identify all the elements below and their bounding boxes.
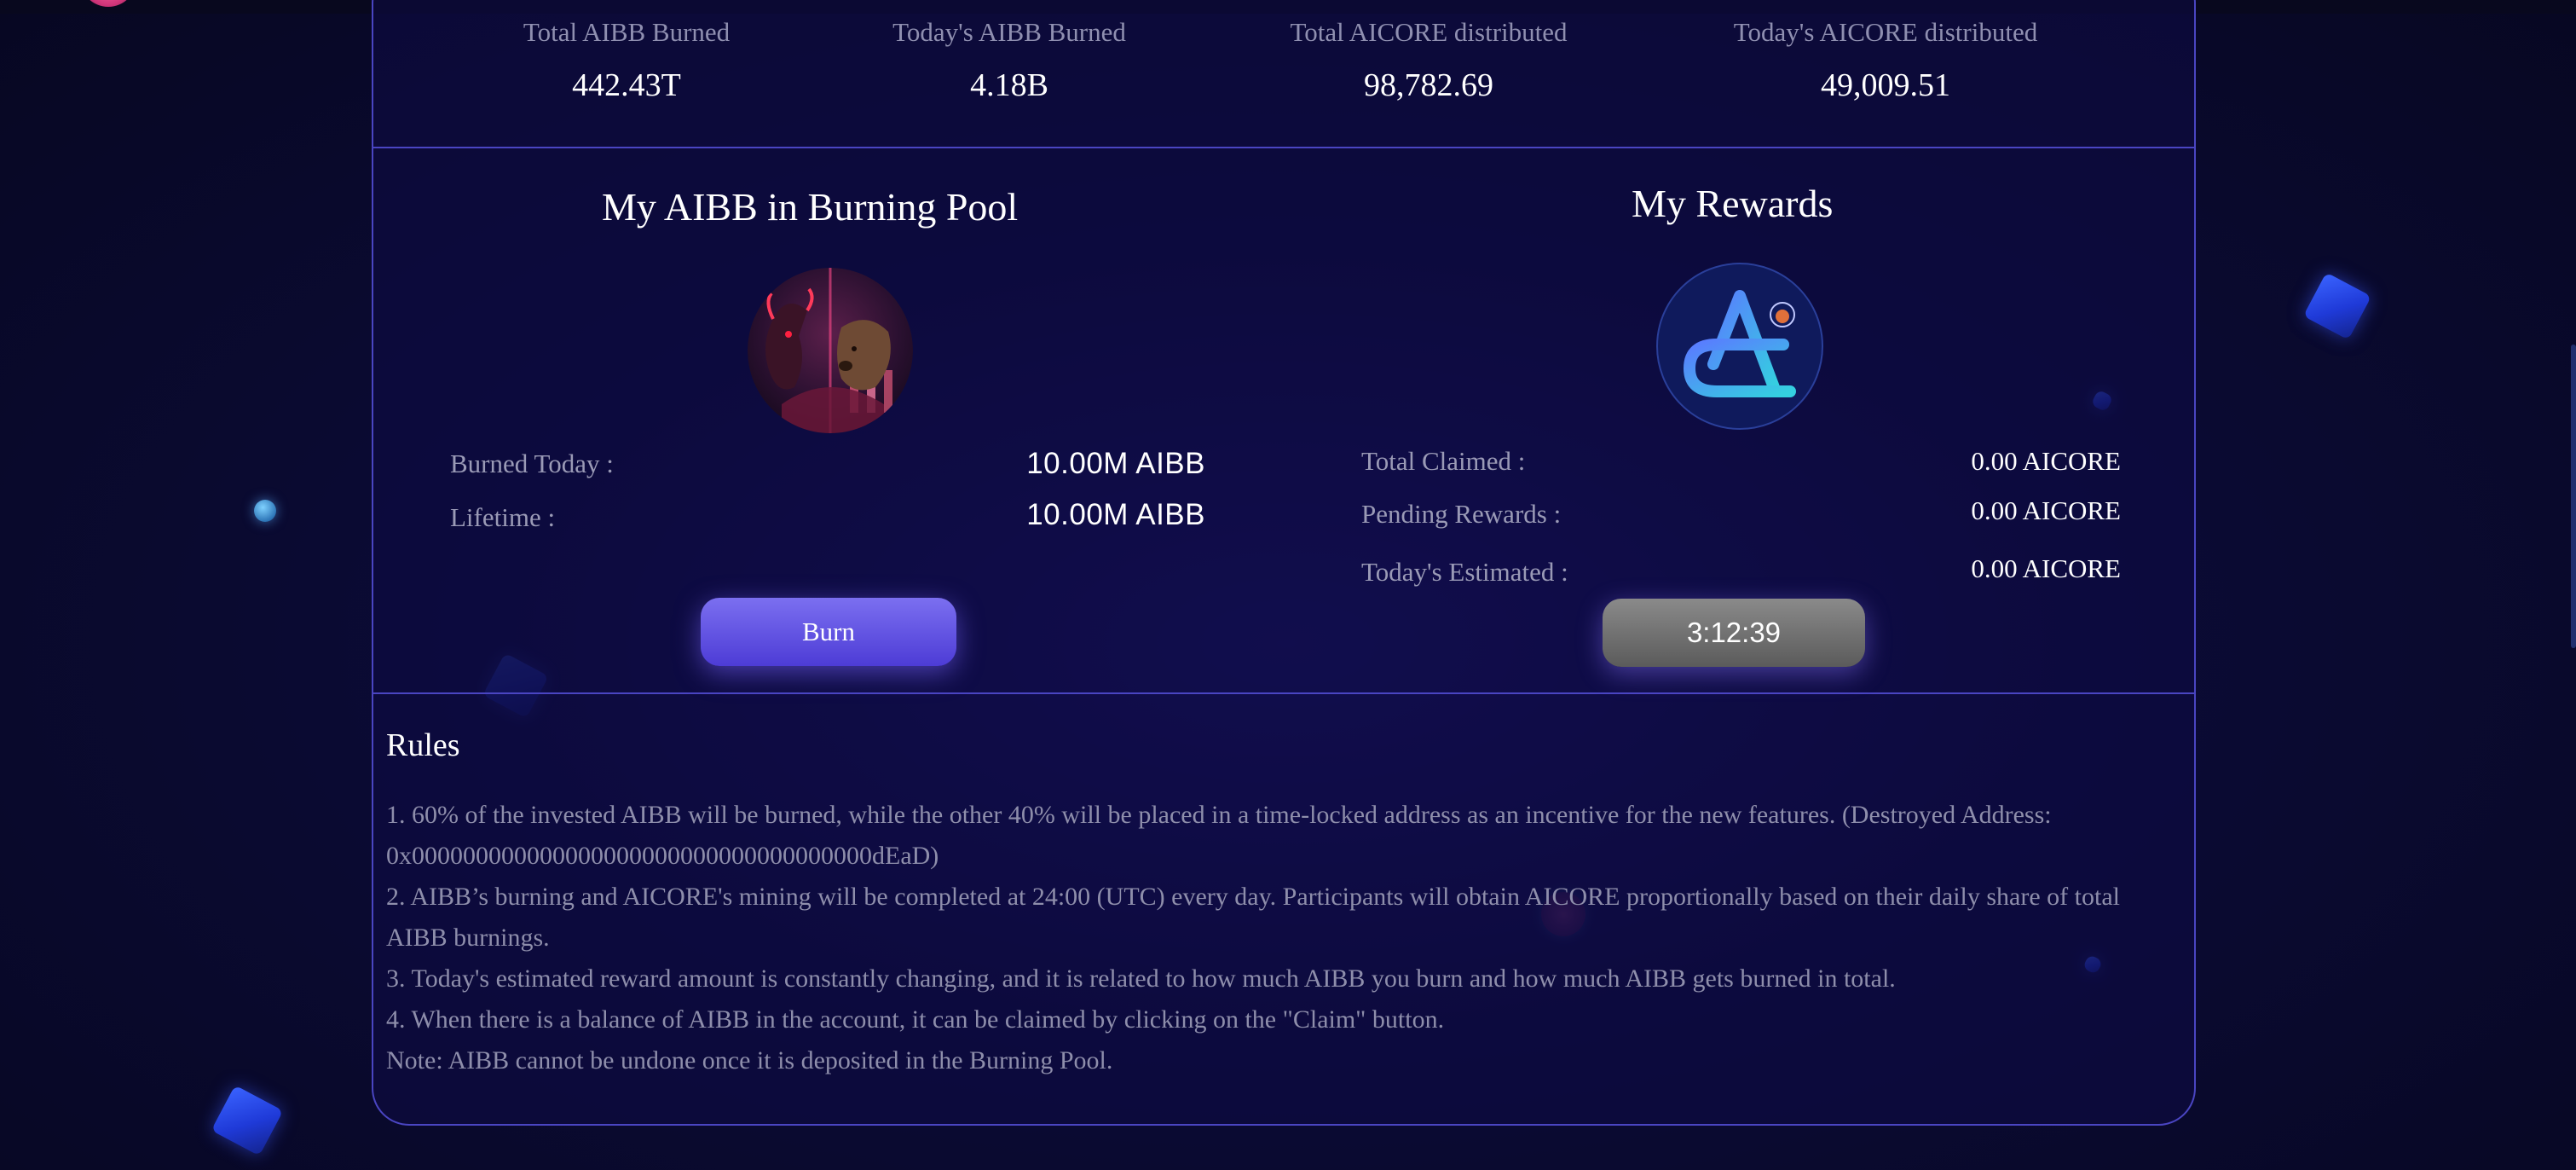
orb-decoration <box>254 500 276 522</box>
burn-button[interactable]: Burn <box>701 598 956 666</box>
stat-todays-aibb-burned: Today's AIBB Burned 4.18B <box>839 17 1180 104</box>
stat-total-aibb-burned: Total AIBB Burned 442.43T <box>456 17 797 104</box>
rule-item: 3. Today's estimated reward amount is co… <box>386 964 1896 993</box>
total-claimed-value: 0.00 AICORE <box>1971 446 2121 476</box>
pool-title: My AIBB in Burning Pool <box>602 185 1019 229</box>
todays-estimated-label: Today's Estimated : <box>1361 557 1568 587</box>
lifetime-value: 10.00M AIBB <box>1026 498 1205 531</box>
stat-total-aicore-distributed: Total AICORE distributed 98,782.69 <box>1216 17 1642 104</box>
divider <box>373 147 2196 148</box>
pending-rewards-value: 0.00 AICORE <box>1971 495 2121 525</box>
cube-decoration <box>2302 272 2372 340</box>
burned-today-label: Burned Today : <box>450 449 614 478</box>
bull-bear-icon <box>748 268 913 433</box>
divider <box>373 692 2196 694</box>
stat-value: 4.18B <box>970 67 1048 103</box>
stat-todays-aicore-distributed: Today's AICORE distributed 49,009.51 <box>1672 17 2099 104</box>
scrollbar-thumb[interactable] <box>2571 345 2576 648</box>
stat-label: Total AIBB Burned <box>523 17 731 47</box>
total-claimed-label: Total Claimed : <box>1361 446 1526 476</box>
aibb-token-avatar <box>748 268 913 433</box>
rule-note: Note: AIBB cannot be undone once it is d… <box>386 1046 1113 1074</box>
rule-item: 4. When there is a balance of AIBB in th… <box>386 1005 1445 1034</box>
todays-estimated-value: 0.00 AICORE <box>1971 553 2121 583</box>
pending-rewards-label: Pending Rewards : <box>1361 499 1562 529</box>
rules-title: Rules <box>386 727 460 763</box>
stat-value: 49,009.51 <box>1821 67 1950 103</box>
rule-item: 2. AIBB’s burning and AICORE's mining wi… <box>386 883 2120 952</box>
cube-decoration <box>211 1085 284 1156</box>
rewards-title: My Rewards <box>1632 182 1834 225</box>
stat-label: Today's AIBB Burned <box>892 17 1126 47</box>
stat-value: 442.43T <box>572 67 681 103</box>
burned-today-value: 10.00M AIBB <box>1026 447 1205 480</box>
stat-label: Total AICORE distributed <box>1290 17 1568 47</box>
rule-item: 1. 60% of the invested AIBB will be burn… <box>386 801 2052 870</box>
rules-list: 1. 60% of the invested AIBB will be burn… <box>386 795 2176 1081</box>
stat-value: 98,782.69 <box>1364 67 1493 103</box>
stat-label: Today's AICORE distributed <box>1733 17 2038 47</box>
aicore-token-avatar <box>1655 262 1824 431</box>
aicore-logo-icon <box>1656 263 1823 430</box>
claim-countdown-button[interactable]: 3:12:39 <box>1603 599 1865 667</box>
lifetime-label: Lifetime : <box>450 502 556 532</box>
